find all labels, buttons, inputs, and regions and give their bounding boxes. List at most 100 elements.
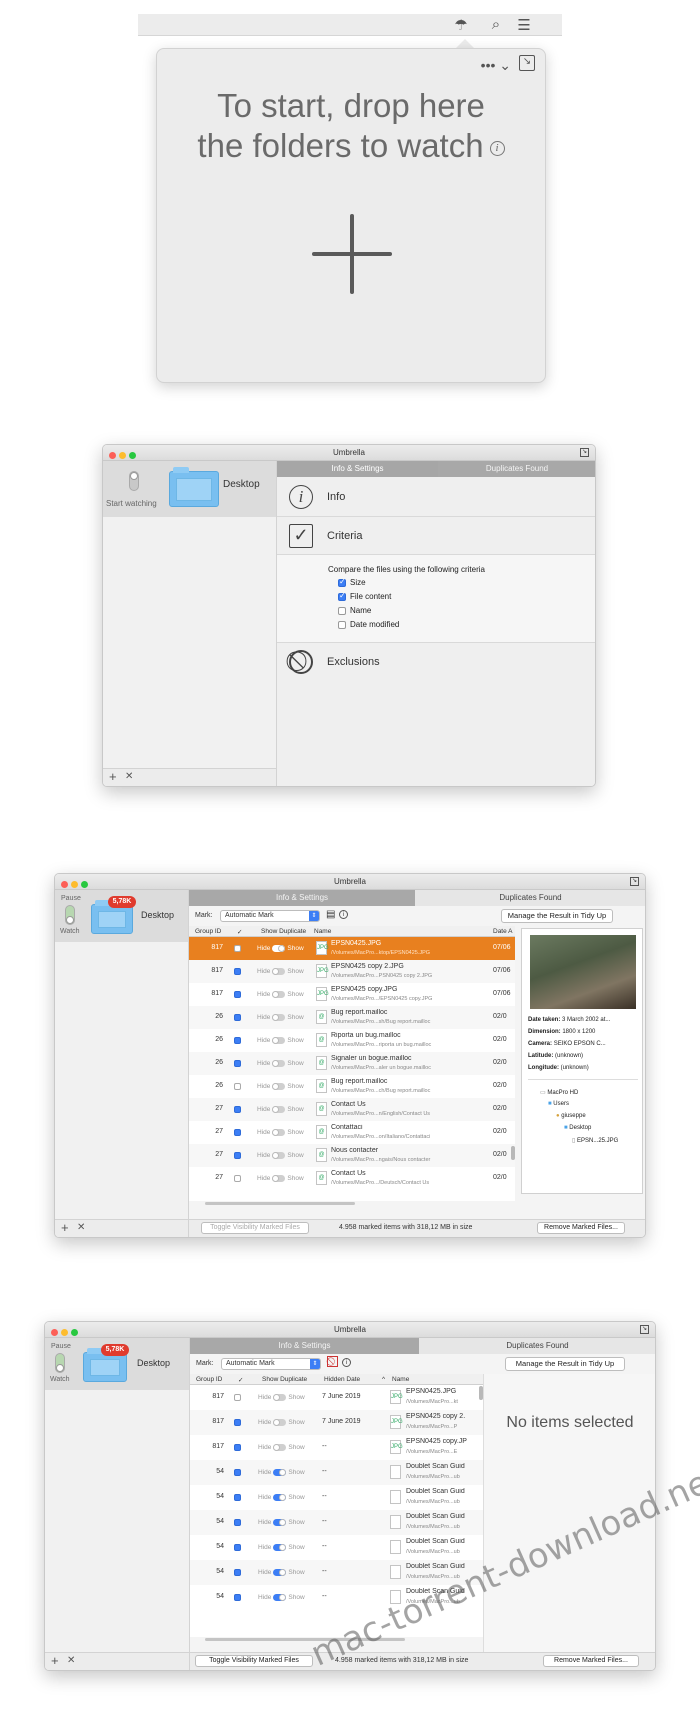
tab-duplicates-found[interactable]: Duplicates Found <box>419 1338 655 1354</box>
table-row[interactable]: 817 Hide Show JPG EPSN0425 copy.JPG/Volumes/… <box>189 983 515 1006</box>
col-name[interactable]: Name <box>392 1376 409 1383</box>
table-row[interactable]: 27 Hide Show @ Contact Us/Volumes/MacPro.../… <box>189 1167 515 1190</box>
path-item-desktop[interactable]: ■ Desktop <box>564 1125 591 1131</box>
visibility-toggle[interactable] <box>273 1519 287 1526</box>
table-row[interactable]: 27 Hide Show @ Nous contacter/Volumes/MacPro… <box>189 1144 515 1167</box>
tab-info-settings[interactable]: Info & Settings <box>189 890 415 906</box>
mark-checkbox[interactable] <box>234 1175 241 1182</box>
info-icon[interactable]: i <box>339 910 348 919</box>
remove-folder-button[interactable]: ✕ <box>77 1221 85 1235</box>
hide-show-switch[interactable]: Hide Show <box>258 1494 305 1501</box>
path-item-disk[interactable]: ▭ MacPro HD <box>540 1089 578 1096</box>
mark-checkbox[interactable] <box>234 1152 241 1159</box>
mark-checkbox[interactable] <box>234 1494 241 1501</box>
col-hidden-date[interactable]: Hidden Date <box>324 1376 360 1383</box>
hide-show-switch[interactable]: Hide Show <box>257 1083 304 1090</box>
watch-toggle[interactable] <box>55 1353 65 1373</box>
table-row[interactable]: 54 Hide Show -- Doublet Scan Guid/Volumes/Ma… <box>190 1510 483 1535</box>
hide-show-switch[interactable]: Hide Show <box>258 1519 305 1526</box>
mark-checkbox[interactable] <box>234 1519 241 1526</box>
visibility-toggle[interactable] <box>272 1175 286 1182</box>
visibility-toggle[interactable] <box>272 945 286 952</box>
hide-show-switch[interactable]: Hide Show <box>257 1129 304 1136</box>
mark-checkbox[interactable] <box>234 1014 241 1021</box>
resize-icon[interactable]: ↘ <box>640 1325 649 1334</box>
start-watching-toggle[interactable] <box>129 471 139 491</box>
criteria-size-checkbox[interactable] <box>338 577 346 587</box>
hide-show-switch[interactable]: Hide Show <box>258 1569 305 1576</box>
path-item-users[interactable]: ■ Users <box>548 1101 569 1107</box>
visibility-toggle[interactable] <box>272 1129 286 1136</box>
hide-show-switch[interactable]: Hide Show <box>257 945 304 952</box>
mark-checkbox[interactable] <box>234 1129 241 1136</box>
mark-select[interactable]: Automatic Mark ⇕ <box>220 910 320 922</box>
col-check[interactable]: ✓ <box>238 1376 243 1384</box>
visibility-toggle[interactable] <box>272 968 286 975</box>
section-exclusions[interactable]: ⃠ Exclusions <box>277 643 595 681</box>
tab-duplicates-found[interactable]: Duplicates Found <box>415 890 645 906</box>
mark-checkbox[interactable] <box>234 945 241 952</box>
zoom-window-button[interactable] <box>129 452 136 459</box>
criteria-date-modified-checkbox[interactable] <box>338 621 346 629</box>
mark-select[interactable]: Automatic Mark ⇕ <box>221 1358 321 1370</box>
mark-checkbox[interactable] <box>234 1106 241 1113</box>
table-row[interactable]: 817 Hide Show JPG EPSN0425 copy 2.JPG/Volume… <box>189 960 515 983</box>
remove-folder-button[interactable]: ✕ <box>125 770 133 784</box>
mark-checkbox[interactable] <box>234 1569 241 1576</box>
search-icon[interactable]: ⌕ <box>485 16 507 34</box>
hide-show-switch[interactable]: Hide Show <box>258 1469 305 1476</box>
mark-checkbox[interactable] <box>234 991 241 998</box>
watch-toggle[interactable] <box>65 905 75 925</box>
tab-info-settings[interactable]: Info & Settings <box>277 461 438 477</box>
mark-checkbox[interactable] <box>234 1544 241 1551</box>
resize-icon[interactable]: ↘ <box>580 448 589 457</box>
hide-show-switch[interactable]: Hide Show <box>257 1014 304 1021</box>
table-row[interactable]: 817 Hide Show 7 June 2019 JPG EPSN0425 copy 2… <box>190 1410 483 1435</box>
table-row[interactable]: 27 Hide Show @ Contattaci/Volumes/MacPro...o… <box>189 1121 515 1144</box>
table-row[interactable]: 817 Hide Show 7 June 2019 JPG EPSN0425.JPG/Vo… <box>190 1385 483 1410</box>
tab-duplicates-found[interactable]: Duplicates Found <box>438 461 595 477</box>
mark-checkbox[interactable] <box>234 968 241 975</box>
sort-ascending-icon[interactable]: ^ <box>382 1376 385 1383</box>
visibility-toggle[interactable] <box>272 1083 286 1090</box>
add-folder-button[interactable]: + <box>51 1654 59 1668</box>
add-folder-plus-icon-bar[interactable] <box>312 252 392 256</box>
hide-show-switch[interactable]: Hide Show <box>257 1152 304 1159</box>
manage-tidy-up-button[interactable]: Manage the Result in Tidy Up <box>505 1357 625 1371</box>
visibility-toggle[interactable] <box>273 1544 287 1551</box>
visibility-toggle[interactable] <box>272 1106 286 1113</box>
drop-popover[interactable]: ••• ⌄ ↘ To start, drop here the folders … <box>156 48 546 383</box>
mark-checkbox[interactable] <box>234 1419 241 1426</box>
close-window-button[interactable] <box>51 1329 58 1336</box>
mark-checkbox[interactable] <box>234 1469 241 1476</box>
visibility-toggle[interactable] <box>273 1419 287 1426</box>
visibility-toggle[interactable] <box>273 1394 287 1401</box>
sidebar-item-desktop[interactable]: Pause Watch 5,78K Desktop <box>45 1338 189 1390</box>
hide-show-switch[interactable]: Hide Show <box>257 1037 304 1044</box>
toggle-visibility-button[interactable]: Toggle Visibility Marked Files <box>195 1655 313 1667</box>
horizontal-scrollbar[interactable] <box>205 1202 355 1205</box>
close-window-button[interactable] <box>109 452 116 459</box>
col-group-id[interactable]: Group ID <box>196 1376 222 1383</box>
visibility-toggle[interactable] <box>272 1037 286 1044</box>
sidebar-item-desktop[interactable]: Start watching Desktop <box>103 461 276 517</box>
table-row[interactable]: 817 Hide Show JPG EPSN0425.JPG/Volumes/MacPr… <box>189 937 515 960</box>
minimize-window-button[interactable] <box>61 1329 68 1336</box>
table-scrollbar[interactable] <box>511 1146 515 1160</box>
zoom-window-button[interactable] <box>71 1329 78 1336</box>
info-icon[interactable]: i <box>489 140 505 156</box>
hide-show-switch[interactable]: Hide Show <box>258 1444 305 1451</box>
col-group-id[interactable]: Group ID <box>195 928 221 935</box>
remove-marked-files-button[interactable]: Remove Marked Files... <box>543 1655 639 1667</box>
add-folder-button[interactable]: + <box>109 770 117 784</box>
section-info[interactable]: i Info <box>277 477 595 517</box>
visibility-toggle[interactable] <box>273 1444 287 1451</box>
tab-info-settings[interactable]: Info & Settings <box>190 1338 419 1354</box>
table-row[interactable]: 54 Hide Show -- Doublet Scan Guid/Volumes/Ma… <box>190 1485 483 1510</box>
clipboard-icon[interactable]: ▤ <box>326 909 335 920</box>
table-row[interactable]: 817 Hide Show -- JPG EPSN0425 copy.JP/Volumes… <box>190 1435 483 1460</box>
toggle-visibility-button[interactable]: Toggle Visibility Marked Files <box>201 1222 309 1234</box>
col-check[interactable]: ✓ <box>237 928 242 936</box>
table-row[interactable]: 26 Hide Show @ Bug report.mailloc/Volumes/Ma… <box>189 1006 515 1029</box>
remove-marked-files-button[interactable]: Remove Marked Files... <box>537 1222 625 1234</box>
